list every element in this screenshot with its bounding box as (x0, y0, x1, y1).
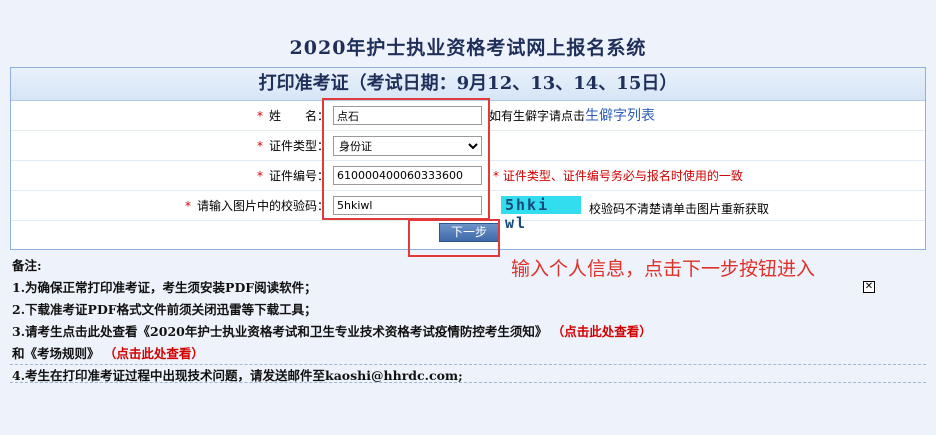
captcha-hint: 校验码不清楚请单击图片重新获取 (589, 202, 770, 216)
notes-section: 备注: 1.为确保正常打印准考证，考生须安装PDF阅读软件； 2.下载准考证PD… (12, 255, 912, 387)
note-2: 2.下载准考证PDF格式文件前须关闭迅雷等下载工具； (12, 302, 317, 317)
note-3: 3.请考生点击此处查看《2020年护士执业资格考试和卫生专业技术资格考试疫情防控… (12, 324, 652, 339)
name-hint: 如有生僻字请点击生僻字列表 (489, 108, 656, 124)
epidemic-notice-link[interactable]: （点击此处查看） (552, 324, 652, 339)
note-3-cont: 和《考场规则》 （点击此处查看） (12, 346, 204, 361)
id-number-label: * 证件编号： (256, 169, 329, 183)
panel-header: 打印准考证（考试日期：9月12、13、14、15日） (11, 68, 925, 101)
required-mark: * (184, 199, 191, 213)
captcha-label: * 请输入图片中的校验码： (184, 199, 329, 213)
highlight-form-box (322, 98, 490, 220)
exam-rules-link[interactable]: （点击此处查看） (104, 346, 204, 361)
divider-2 (10, 382, 926, 383)
id-type-label: * 证件类型： (256, 139, 329, 153)
required-mark: * (256, 169, 263, 183)
divider-1 (10, 364, 926, 365)
required-mark: * (256, 139, 263, 153)
required-mark: * (493, 169, 499, 183)
page-title: 2020年护士执业资格考试网上报名系统 (289, 37, 647, 59)
required-mark: * (256, 109, 263, 123)
id-number-hint: * 证件类型、证件编号务必与报名时使用的一致 (493, 169, 743, 183)
rare-char-list-link[interactable]: 生僻字列表 (585, 108, 655, 124)
highlight-button-box (408, 219, 500, 257)
name-label: * 姓 名： (256, 109, 329, 123)
note-4: 4.考生在打印准考证过程中出现技术问题，请发送邮件至kaoshi@hhrdc.c… (12, 368, 463, 383)
captcha-image[interactable]: 5hki wl (501, 196, 581, 232)
notes-heading: 备注: (12, 258, 42, 273)
print-admission-panel: 打印准考证（考试日期：9月12、13、14、15日） *姓 名： 如有生僻字请点… (10, 67, 926, 257)
note-1: 1.为确保正常打印准考证，考生须安装PDF阅读软件； (12, 280, 317, 295)
